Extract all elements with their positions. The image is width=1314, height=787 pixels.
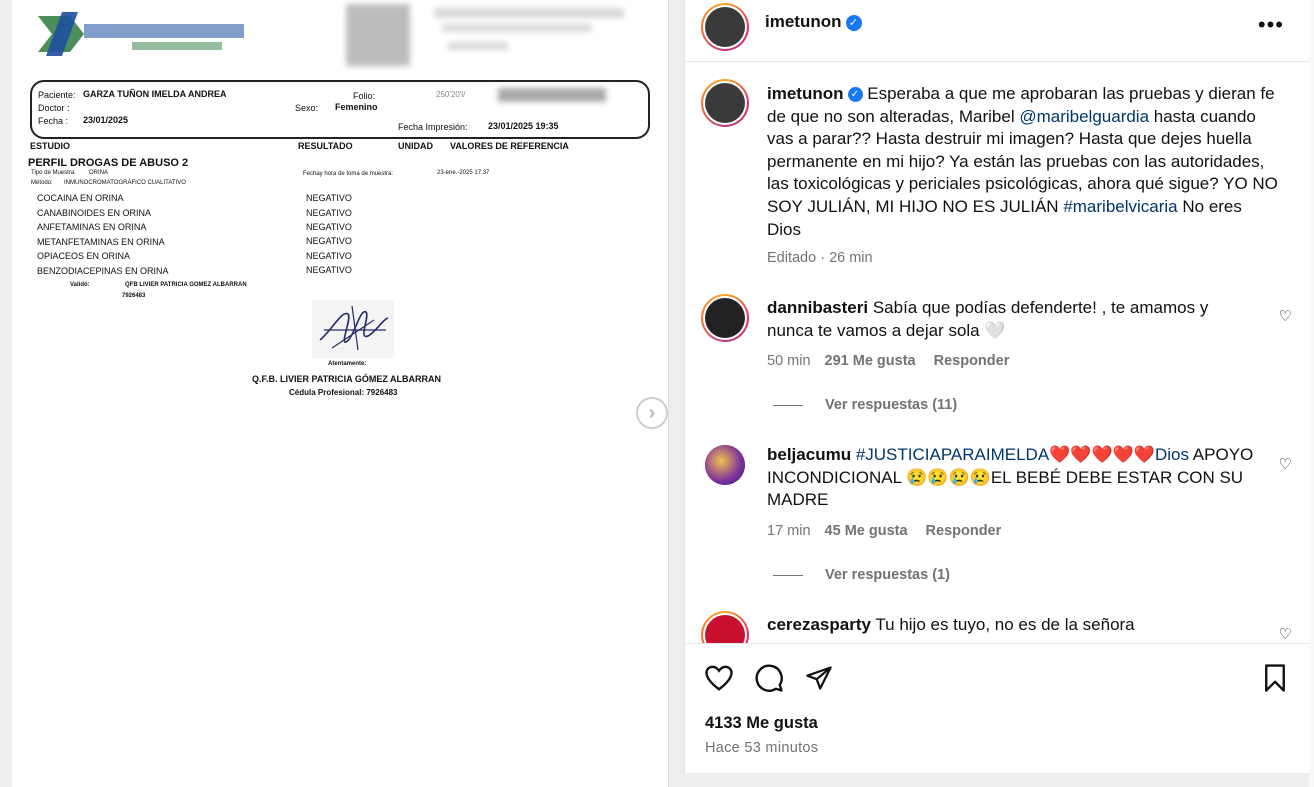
instagram-post-viewer: Paciente: GARZA TUÑON IMELDA ANDREA Doct…	[0, 0, 1314, 787]
comment-text: dannibasteri Sabía que podías defenderte…	[767, 297, 1237, 342]
sex-label: Sexo:	[295, 103, 319, 113]
signer-name: Q.F.B. LIVIER PATRICIA GÓMEZ ALBARRAN	[252, 374, 441, 384]
like-heart-icon[interactable]	[703, 662, 735, 694]
date-label: Fecha :	[38, 116, 69, 126]
comment-time: 50 min	[767, 353, 811, 369]
author-username[interactable]: imetunon	[765, 12, 842, 31]
comment-body: Tu hijo es tuyo, no es de la señora	[875, 615, 1135, 634]
mention-link[interactable]: @maribelguardia	[1019, 107, 1149, 126]
comment-like-heart-icon[interactable]: ♡	[1279, 625, 1292, 643]
comment-bubble-icon[interactable]	[753, 662, 785, 694]
sample-time-label: Fechay hora de toma de muestra:	[303, 171, 394, 177]
validated-id: 7926483	[122, 293, 146, 299]
post-image: Paciente: GARZA TUÑON IMELDA ANDREA Doct…	[12, 0, 669, 787]
bookmark-icon[interactable]	[1259, 662, 1291, 694]
comment-meta: 17 min 45 Me gusta Responder	[767, 523, 1001, 539]
comment-username[interactable]: beljacumu	[767, 445, 851, 464]
caption-meta: Editado · 26 min	[767, 250, 873, 266]
reply-button[interactable]: Responder	[926, 523, 1002, 539]
more-options-icon[interactable]: •••	[1258, 12, 1284, 38]
comment-likes[interactable]: 291 Me gusta	[825, 353, 916, 369]
comment-meta: 50 min 291 Me gusta Responder	[767, 353, 1009, 369]
qr-code	[346, 4, 410, 66]
comment-username[interactable]: dannibasteri	[767, 298, 868, 317]
comments-list[interactable]: imetunon ✓ Esperaba a que me aprobaran la…	[685, 63, 1310, 643]
print-value: 23/01/2025 19:35	[488, 121, 559, 131]
col-resultado: RESULTADO	[298, 141, 353, 151]
test-result: NEGATIVO	[306, 222, 352, 232]
post-time: Hace 53 minutos	[705, 740, 819, 756]
test-result: NEGATIVO	[306, 265, 352, 275]
caption-username[interactable]: imetunon	[767, 84, 844, 103]
folio-label: Folio:	[353, 91, 376, 101]
test-result: NEGATIVO	[306, 193, 352, 203]
reply-button[interactable]: Responder	[934, 353, 1010, 369]
comment-text: beljacumu #JUSTICIAPARAIMELDA❤️❤️❤️❤️❤️D…	[767, 444, 1257, 512]
col-estudio: ESTUDIO	[30, 141, 71, 151]
post-sidebar: imetunon ✓ ••• imetunon ✓ Esperaba a que m…	[684, 0, 1310, 773]
validated-label: Validó:	[70, 282, 90, 288]
share-send-icon[interactable]	[803, 662, 835, 694]
cedula: Cédula Profesional: 7926483	[289, 388, 398, 397]
col-referencia: VALORES DE REFERENCIA	[450, 141, 569, 151]
profile-title: PERFIL DROGAS DE ABUSO 2	[28, 157, 189, 169]
post-actions: 4133 Me gusta Hace 53 minutos	[685, 643, 1310, 773]
lab-logo	[38, 12, 244, 56]
signature	[312, 300, 394, 358]
comment-likes[interactable]: 45 Me gusta	[825, 523, 908, 539]
post-header: imetunon ✓ •••	[685, 0, 1310, 62]
folio-value: 250'20'l/	[436, 90, 466, 99]
test-name: METANFETAMINAS EN ORINA	[37, 237, 165, 247]
hashtag-link[interactable]: #maribelvicaria	[1063, 197, 1177, 216]
page-edge	[1309, 0, 1314, 787]
test-name: COCAINA EN ORINA	[37, 193, 124, 203]
comment-avatar[interactable]	[701, 611, 749, 643]
sample-time-value: 23-ene.-2025 17:37	[437, 170, 490, 176]
validated-by: QFB LIVIER PATRICIA GOMEZ ALBARRAN	[125, 282, 247, 288]
comment-like-heart-icon[interactable]: ♡	[1279, 455, 1292, 473]
comment-text: cerezasparty Tu hijo es tuyo, no es de l…	[767, 614, 1257, 637]
test-name: CANABINOIDES EN ORINA	[37, 208, 152, 218]
hashtag-link[interactable]: #JUSTICIAPARAIMELDA❤️❤️❤️❤️❤️Dios	[856, 445, 1189, 464]
caption-avatar[interactable]	[701, 79, 749, 127]
author-avatar[interactable]	[701, 3, 749, 51]
method-value: INMUNOCROMATOGRÁFICO CUALITATIVO	[64, 180, 186, 186]
view-replies-button[interactable]: Ver respuestas (11)	[773, 397, 957, 413]
chevron-right-icon: ›	[648, 401, 656, 424]
test-result: NEGATIVO	[306, 236, 352, 246]
comment-time: 17 min	[767, 523, 811, 539]
sample-type-label: Tipo de Muestra:	[31, 170, 76, 176]
view-replies-button[interactable]: Ver respuestas (1)	[773, 567, 950, 583]
print-label: Fecha Impresión:	[398, 122, 468, 132]
blurred-header	[448, 42, 508, 50]
patient-label: Paciente:	[38, 90, 76, 100]
next-image-button[interactable]: ›	[636, 397, 668, 429]
test-name: ANFETAMINAS EN ORINA	[37, 222, 147, 232]
comment-avatar[interactable]	[705, 445, 745, 485]
author-name-row: imetunon ✓	[765, 12, 862, 32]
test-name: BENZODIACEPINAS EN ORINA	[37, 266, 169, 276]
comment-like-heart-icon[interactable]: ♡	[1279, 307, 1292, 325]
caption-text: imetunon ✓ Esperaba a que me aprobaran la…	[767, 83, 1279, 241]
date-value: 23/01/2025	[83, 115, 129, 125]
blurred-folio	[498, 88, 606, 102]
test-name: OPIACEOS EN ORINA	[37, 251, 131, 261]
verified-icon: ✓	[845, 14, 862, 31]
method-label: Método:	[31, 180, 53, 186]
comment-avatar[interactable]	[701, 294, 749, 342]
likes-count[interactable]: 4133 Me gusta	[705, 714, 818, 733]
test-result: NEGATIVO	[306, 251, 352, 261]
sample-type-value: ORINA	[89, 170, 109, 176]
sex-value: Femenino	[335, 102, 378, 112]
patient-name: GARZA TUÑON IMELDA ANDREA	[83, 89, 227, 99]
blurred-header	[434, 8, 624, 18]
col-unidad: UNIDAD	[398, 141, 433, 151]
verified-icon: ✓	[847, 87, 863, 103]
comment-username[interactable]: cerezasparty	[767, 615, 871, 634]
blurred-header	[442, 24, 592, 32]
test-result: NEGATIVO	[306, 208, 352, 218]
doctor-label: Doctor :	[38, 103, 70, 113]
sign-label: Atentamente:	[328, 361, 367, 367]
